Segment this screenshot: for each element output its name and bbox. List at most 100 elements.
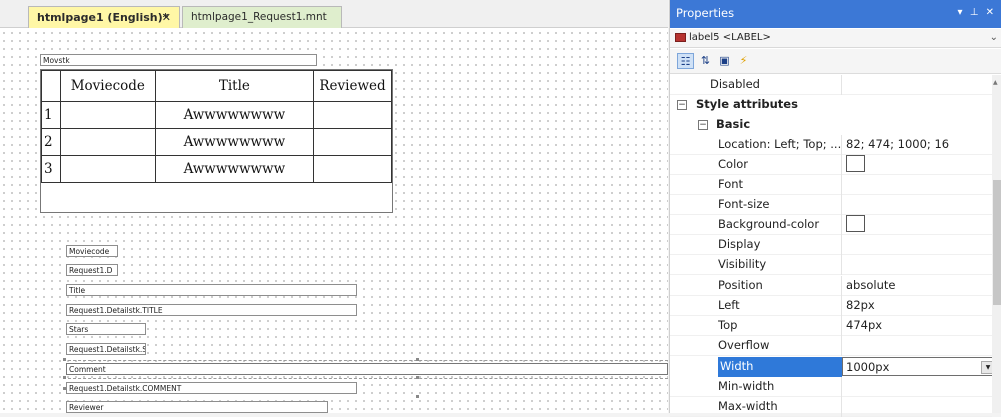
prop-background-color[interactable]: Background-color [670, 215, 992, 235]
category-basic[interactable]: − Basic [670, 115, 992, 135]
scroll-up-icon[interactable]: ▲ [993, 79, 998, 86]
prop-location[interactable]: Location: Left; Top; ... 82; 474; 1000; … [670, 135, 992, 155]
stars-field[interactable]: Request1.Detailstk.S [66, 343, 146, 355]
prop-name: Top [718, 318, 738, 332]
table-row[interactable]: 2 Awwwwwwww [41, 128, 392, 156]
category-name: Style attributes [696, 97, 798, 111]
prop-name: Position [718, 278, 763, 292]
category-name: Basic [716, 117, 751, 131]
color-swatch[interactable] [846, 215, 865, 232]
pin-icon[interactable]: ▾ ⊥ ✕ [958, 0, 996, 26]
prop-overflow[interactable]: Overflow [670, 336, 992, 356]
collapse-icon[interactable]: − [677, 100, 687, 110]
cell-title: Awwwwwwww [154, 101, 315, 129]
reviewer-label[interactable]: Reviewer [66, 401, 328, 413]
cell-reviewed [313, 155, 392, 183]
prop-disabled[interactable]: Disabled [670, 75, 992, 95]
selection-guide [63, 360, 668, 361]
selection-guide [63, 378, 668, 379]
properties-panel: Properties ▾ ⊥ ✕ label5 <LABEL> ⌄ ☷ ⇅ ▣ … [669, 0, 1001, 417]
resize-handle[interactable] [416, 376, 419, 379]
header-title: Title [154, 70, 315, 102]
object-selector[interactable]: label5 <LABEL> ⌄ [670, 29, 1001, 48]
prop-name: Width [718, 357, 842, 377]
tab-label: htmlpage1 (English)* [37, 11, 169, 24]
properties-scrollbar[interactable]: ▲ [992, 75, 1001, 413]
cell-moviecode [59, 155, 156, 183]
movie-table-container[interactable]: Moviecode Title Reviewed 1 Awwwwwwww 2 A… [40, 69, 393, 213]
properties-toolbar: ☷ ⇅ ▣ ⚡ [670, 49, 1001, 74]
tab-label: htmlpage1_Request1.mnt [191, 11, 327, 23]
resize-handle[interactable] [416, 395, 419, 398]
resize-handle[interactable] [416, 358, 419, 361]
table-header-row: Moviecode Title Reviewed [41, 70, 392, 102]
properties-title: Properties [676, 6, 735, 20]
tab-htmlpage1[interactable]: htmlpage1 (English)* ✕ [28, 6, 180, 28]
prop-value: 82px [846, 298, 875, 312]
prop-font[interactable]: Font [670, 175, 992, 195]
collapse-icon[interactable]: − [698, 120, 708, 130]
prop-name: Left [718, 298, 740, 312]
prop-top[interactable]: Top 474px [670, 316, 992, 336]
title-label[interactable]: Title [66, 284, 357, 296]
comment-field[interactable]: Request1.Detailstk.COMMENT [66, 382, 357, 394]
designer-panel: htmlpage1 (English)* ✕ htmlpage1_Request… [0, 0, 668, 413]
prop-name: Visibility [718, 257, 767, 271]
prop-position[interactable]: Position absolute [670, 276, 992, 296]
prop-width[interactable]: Width 1000px ▼ [670, 357, 994, 377]
comment-label[interactable]: Comment [66, 363, 668, 375]
prop-name: Display [718, 237, 761, 251]
resize-handle[interactable] [63, 358, 66, 361]
prop-value: 474px [846, 318, 883, 332]
table-row[interactable]: 3 Awwwwwwww [41, 155, 392, 183]
cell-title: Awwwwwwww [154, 128, 315, 156]
prop-display[interactable]: Display [670, 235, 992, 255]
prop-value: 1000px [846, 360, 890, 374]
row-number: 3 [41, 155, 61, 183]
prop-max-width[interactable]: Max-width [670, 397, 992, 417]
design-canvas[interactable]: Movstk Moviecode Title Reviewed 1 Awwwww… [0, 29, 668, 413]
events-icon[interactable]: ⚡ [735, 53, 752, 69]
row-number: 2 [41, 128, 61, 156]
table-row[interactable]: 1 Awwwwwwww [41, 101, 392, 129]
document-tabs: htmlpage1 (English)* ✕ htmlpage1_Request… [0, 0, 668, 28]
color-swatch[interactable] [846, 155, 865, 172]
prop-name: Min-width [718, 379, 775, 393]
moviecode-label[interactable]: Moviecode [66, 245, 118, 257]
sort-alphabetical-icon[interactable]: ⇅ [697, 53, 714, 69]
tab-request1-mnt[interactable]: htmlpage1_Request1.mnt [182, 6, 342, 28]
property-pages-icon[interactable]: ▣ [716, 53, 733, 69]
resize-handle[interactable] [63, 376, 66, 379]
movie-table[interactable]: Moviecode Title Reviewed 1 Awwwwwwww 2 A… [41, 70, 392, 183]
prop-min-width[interactable]: Min-width [670, 377, 992, 397]
categorized-icon[interactable]: ☷ [677, 53, 694, 69]
prop-name: Color [718, 157, 749, 171]
prop-visibility[interactable]: Visibility [670, 255, 992, 275]
prop-value [846, 215, 986, 234]
prop-font-size[interactable]: Font-size [670, 195, 992, 215]
cell-reviewed [313, 101, 392, 129]
width-input[interactable]: 1000px ▼ [842, 357, 994, 376]
chevron-down-icon[interactable]: ⌄ [990, 29, 998, 47]
table-corner-cell [41, 70, 61, 102]
category-style-attributes[interactable]: − Style attributes [670, 95, 992, 115]
prop-name: Font-size [718, 197, 770, 211]
cell-title: Awwwwwwww [154, 155, 315, 183]
header-reviewed: Reviewed [313, 70, 392, 102]
prop-value: 82; 474; 1000; 16 [846, 137, 950, 151]
prop-left[interactable]: Left 82px [670, 296, 992, 316]
prop-value: absolute [846, 278, 896, 292]
header-moviecode: Moviecode [59, 70, 156, 102]
movstk-label[interactable]: Movstk [40, 54, 317, 66]
close-icon[interactable]: ✕ [162, 7, 171, 28]
label-control-icon [675, 32, 686, 42]
row-number: 1 [41, 101, 61, 129]
prop-name: Background-color [718, 217, 820, 231]
stars-label[interactable]: Stars [66, 323, 146, 335]
title-field[interactable]: Request1.Detailstk.TITLE [66, 304, 357, 316]
properties-title-bar: Properties ▾ ⊥ ✕ [670, 0, 1001, 28]
resize-handle[interactable] [63, 387, 66, 390]
scrollbar-thumb[interactable] [993, 180, 1001, 305]
prop-color[interactable]: Color [670, 155, 992, 175]
moviecode-field[interactable]: Request1.D [66, 264, 118, 276]
